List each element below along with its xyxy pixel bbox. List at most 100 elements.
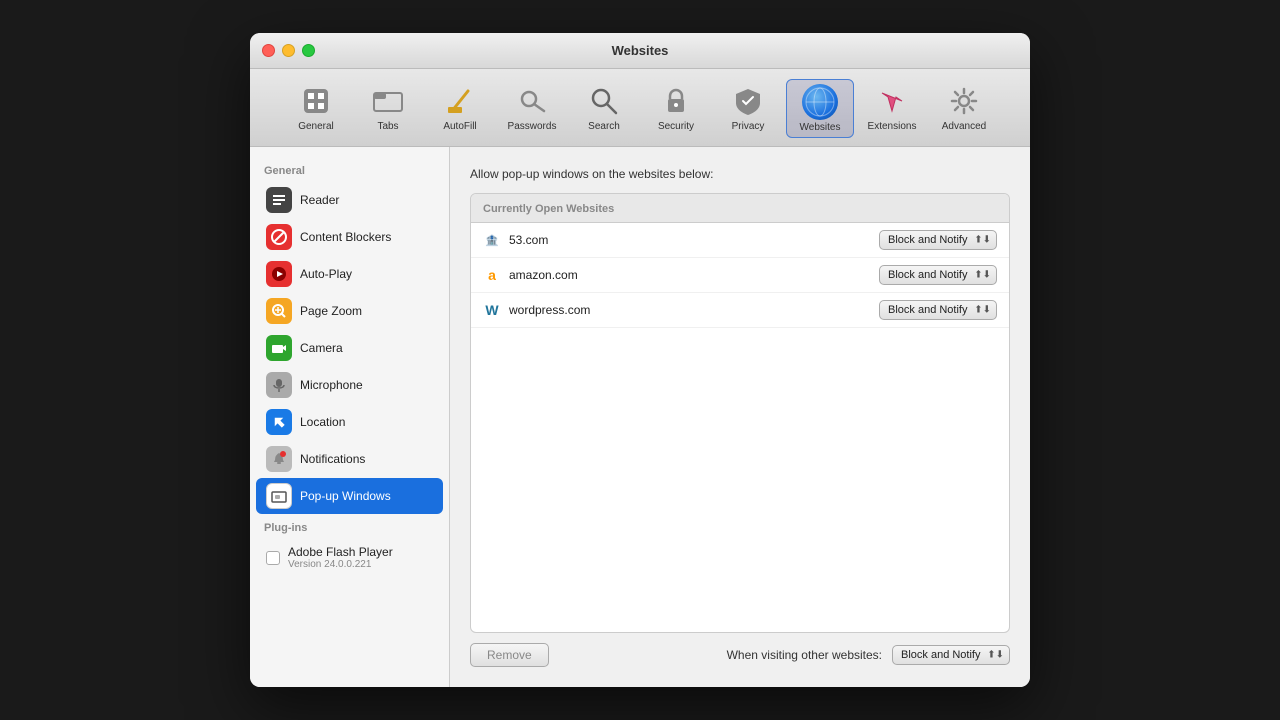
bottom-bar: Remove When visiting other websites: Blo… [470, 643, 1010, 667]
websites-box: Currently Open Websites 🏦 53.com Block a… [470, 193, 1010, 633]
security-label: Security [658, 121, 694, 132]
location-icon [266, 409, 292, 435]
sidebar-item-page-zoom[interactable]: Page Zoom [256, 293, 443, 329]
toolbar-item-search[interactable]: Search [570, 79, 638, 138]
notifications-icon [266, 446, 292, 472]
website-name-53com: 53.com [509, 233, 879, 247]
flash-name: Adobe Flash Player [288, 545, 393, 559]
tabs-icon [370, 83, 406, 119]
toolbar-item-security[interactable]: Security [642, 79, 710, 138]
select-wrapper-amazon: Block and Notify Block Allow ⬆⬇ [879, 265, 997, 285]
toolbar-item-autofill[interactable]: AutoFill [426, 79, 494, 138]
extensions-icon [874, 83, 910, 119]
sidebar-item-camera[interactable]: Camera [256, 330, 443, 366]
flash-player-item: Adobe Flash Player Version 24.0.0.221 [256, 539, 443, 576]
minimize-button[interactable] [282, 44, 295, 57]
privacy-icon [730, 83, 766, 119]
toolbar-item-websites[interactable]: Websites [786, 79, 854, 138]
website-name-wordpress: wordpress.com [509, 303, 879, 317]
website-row-amazon[interactable]: a amazon.com Block and Notify Block Allo… [471, 258, 1009, 293]
sidebar: General Reader Content Blockers Auto-Pla… [250, 147, 450, 687]
websites-list: 🏦 53.com Block and Notify Block Allow ⬆⬇ [471, 223, 1009, 632]
titlebar: Websites [250, 33, 1030, 69]
toolbar-item-extensions[interactable]: Extensions [858, 79, 926, 138]
passwords-icon [514, 83, 550, 119]
websites-box-header: Currently Open Websites [471, 194, 1009, 223]
advanced-label: Advanced [942, 121, 986, 132]
favicon-amazon: a [483, 266, 501, 284]
traffic-lights [262, 44, 315, 57]
sidebar-item-content-blockers[interactable]: Content Blockers [256, 219, 443, 255]
popup-windows-label: Pop-up Windows [300, 489, 391, 503]
general-icon [298, 83, 334, 119]
reader-label: Reader [300, 193, 339, 207]
toolbar-item-general[interactable]: General [282, 79, 350, 138]
security-icon [658, 83, 694, 119]
extensions-label: Extensions [868, 121, 917, 132]
favicon-53com: 🏦 [483, 231, 501, 249]
toolbar: General Tabs AutoFill Passwords Search [250, 69, 1030, 147]
camera-label: Camera [300, 341, 343, 355]
search-icon [586, 83, 622, 119]
content-area: General Reader Content Blockers Auto-Pla… [250, 147, 1030, 687]
autoplay-icon [266, 261, 292, 287]
privacy-label: Privacy [732, 121, 765, 132]
popup-icon [266, 483, 292, 509]
currently-open-label: Currently Open Websites [483, 203, 614, 215]
plugins-group-label: Plug-ins [250, 518, 449, 538]
reader-icon [266, 187, 292, 213]
website-row-53com[interactable]: 🏦 53.com Block and Notify Block Allow ⬆⬇ [471, 223, 1009, 258]
sidebar-item-microphone[interactable]: Microphone [256, 367, 443, 403]
autofill-label: AutoFill [443, 121, 476, 132]
location-label: Location [300, 415, 345, 429]
websites-label: Websites [800, 122, 841, 133]
other-websites-select-wrapper: Block and Notify Block Allow ⬆⬇ [892, 645, 1010, 665]
sidebar-item-reader[interactable]: Reader [256, 182, 443, 218]
search-label: Search [588, 121, 620, 132]
website-select-amazon[interactable]: Block and Notify Block Allow [879, 265, 997, 285]
general-label: General [298, 121, 334, 132]
maximize-button[interactable] [302, 44, 315, 57]
passwords-label: Passwords [508, 121, 557, 132]
select-wrapper-wordpress: Block and Notify Block Allow ⬆⬇ [879, 300, 997, 320]
flash-version: Version 24.0.0.221 [288, 559, 393, 570]
sidebar-item-location[interactable]: Location [256, 404, 443, 440]
toolbar-item-privacy[interactable]: Privacy [714, 79, 782, 138]
autofill-icon [442, 83, 478, 119]
window-title: Websites [612, 43, 669, 58]
content-blockers-label: Content Blockers [300, 230, 391, 244]
tabs-label: Tabs [377, 121, 398, 132]
select-wrapper-53com: Block and Notify Block Allow ⬆⬇ [879, 230, 997, 250]
sidebar-item-notifications[interactable]: Notifications [256, 441, 443, 477]
flash-info: Adobe Flash Player Version 24.0.0.221 [288, 545, 393, 570]
auto-play-label: Auto-Play [300, 267, 352, 281]
remove-button[interactable]: Remove [470, 643, 549, 667]
page-zoom-label: Page Zoom [300, 304, 362, 318]
main-description: Allow pop-up windows on the websites bel… [470, 167, 1010, 181]
sidebar-item-popup-windows[interactable]: Pop-up Windows [256, 478, 443, 514]
website-select-53com[interactable]: Block and Notify Block Allow [879, 230, 997, 250]
other-websites-select[interactable]: Block and Notify Block Allow [892, 645, 1010, 665]
page-zoom-icon [266, 298, 292, 324]
toolbar-item-advanced[interactable]: Advanced [930, 79, 998, 138]
camera-icon [266, 335, 292, 361]
main-panel: Allow pop-up windows on the websites bel… [450, 147, 1030, 687]
sidebar-item-auto-play[interactable]: Auto-Play [256, 256, 443, 292]
website-name-amazon: amazon.com [509, 268, 879, 282]
notifications-label: Notifications [300, 452, 365, 466]
website-row-wordpress[interactable]: W wordpress.com Block and Notify Block A… [471, 293, 1009, 328]
websites-icon [802, 84, 838, 120]
close-button[interactable] [262, 44, 275, 57]
other-websites-label: When visiting other websites: [727, 648, 882, 662]
toolbar-item-passwords[interactable]: Passwords [498, 79, 566, 138]
flash-checkbox[interactable] [266, 551, 280, 565]
favicon-wordpress: W [483, 301, 501, 319]
general-group-label: General [250, 161, 449, 181]
advanced-icon [946, 83, 982, 119]
microphone-label: Microphone [300, 378, 363, 392]
content-blockers-icon [266, 224, 292, 250]
main-window: Websites General Tabs AutoFill Password [250, 33, 1030, 687]
toolbar-item-tabs[interactable]: Tabs [354, 79, 422, 138]
website-select-wordpress[interactable]: Block and Notify Block Allow [879, 300, 997, 320]
microphone-icon [266, 372, 292, 398]
